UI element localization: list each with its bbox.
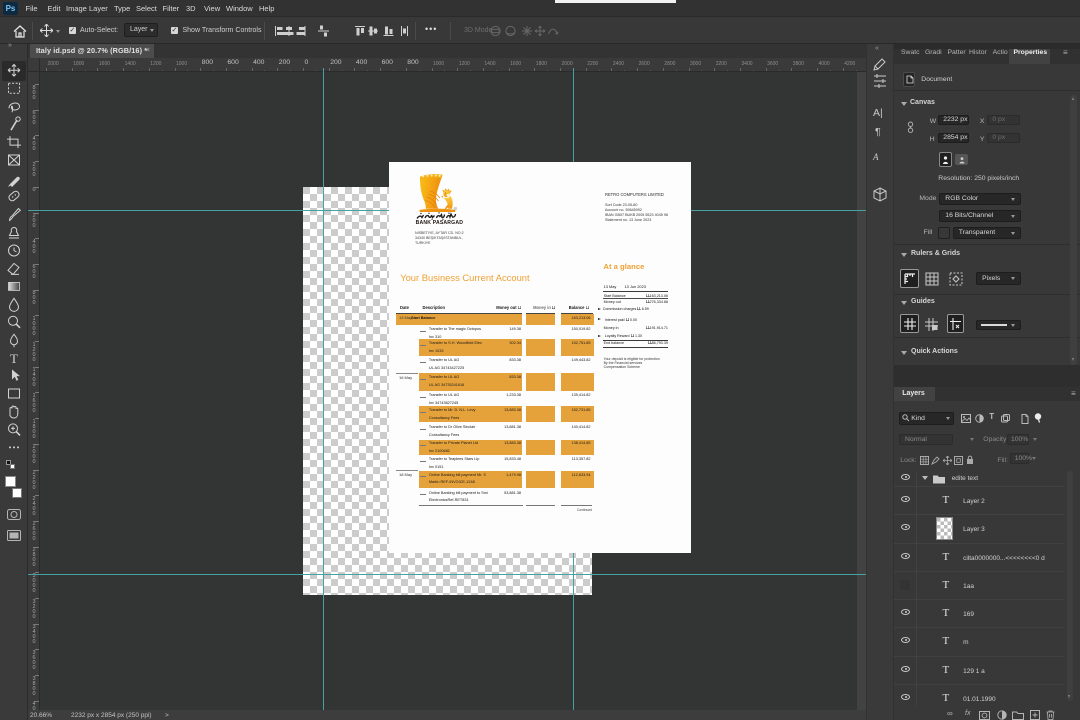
svg-text:A|: A| [873, 107, 883, 119]
svg-text:T: T [10, 351, 18, 366]
svg-text:¶: ¶ [875, 126, 881, 138]
svg-text:A: A [872, 152, 879, 162]
